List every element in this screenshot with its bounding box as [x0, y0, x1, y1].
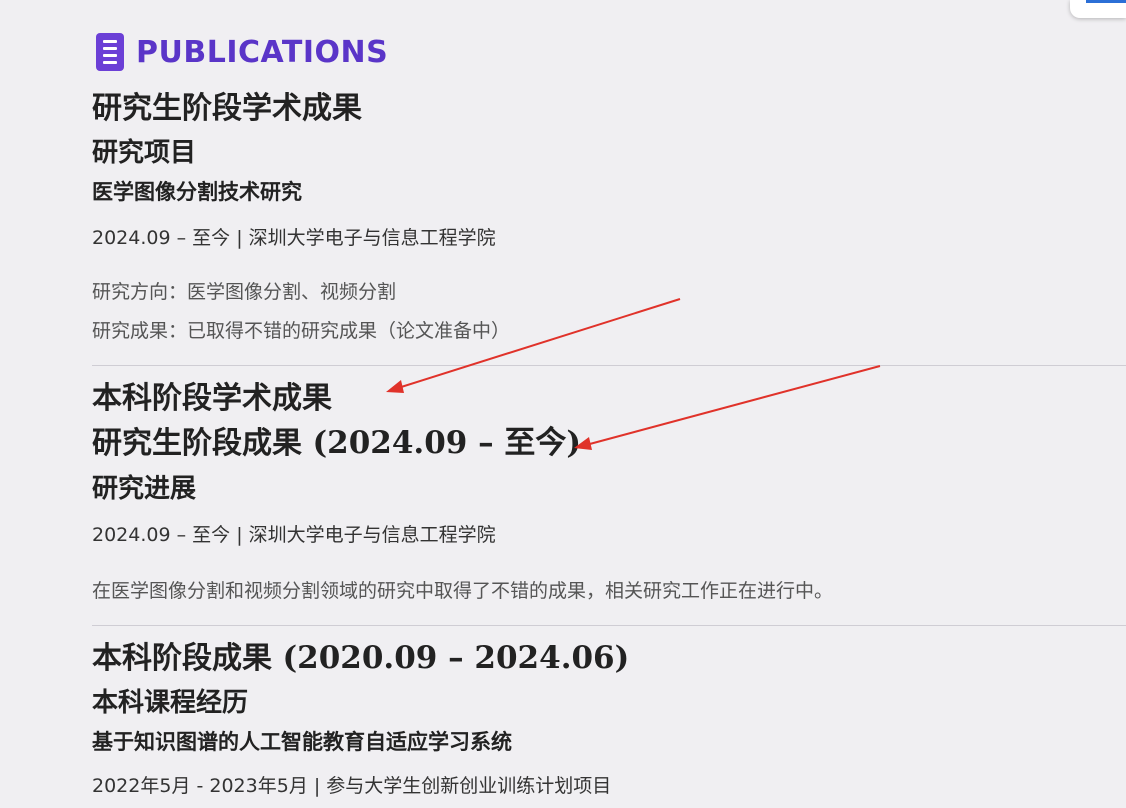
annotation-arrow-1	[386, 298, 681, 393]
annotation-arrows	[386, 298, 881, 450]
annotation-arrow-2	[574, 365, 881, 450]
